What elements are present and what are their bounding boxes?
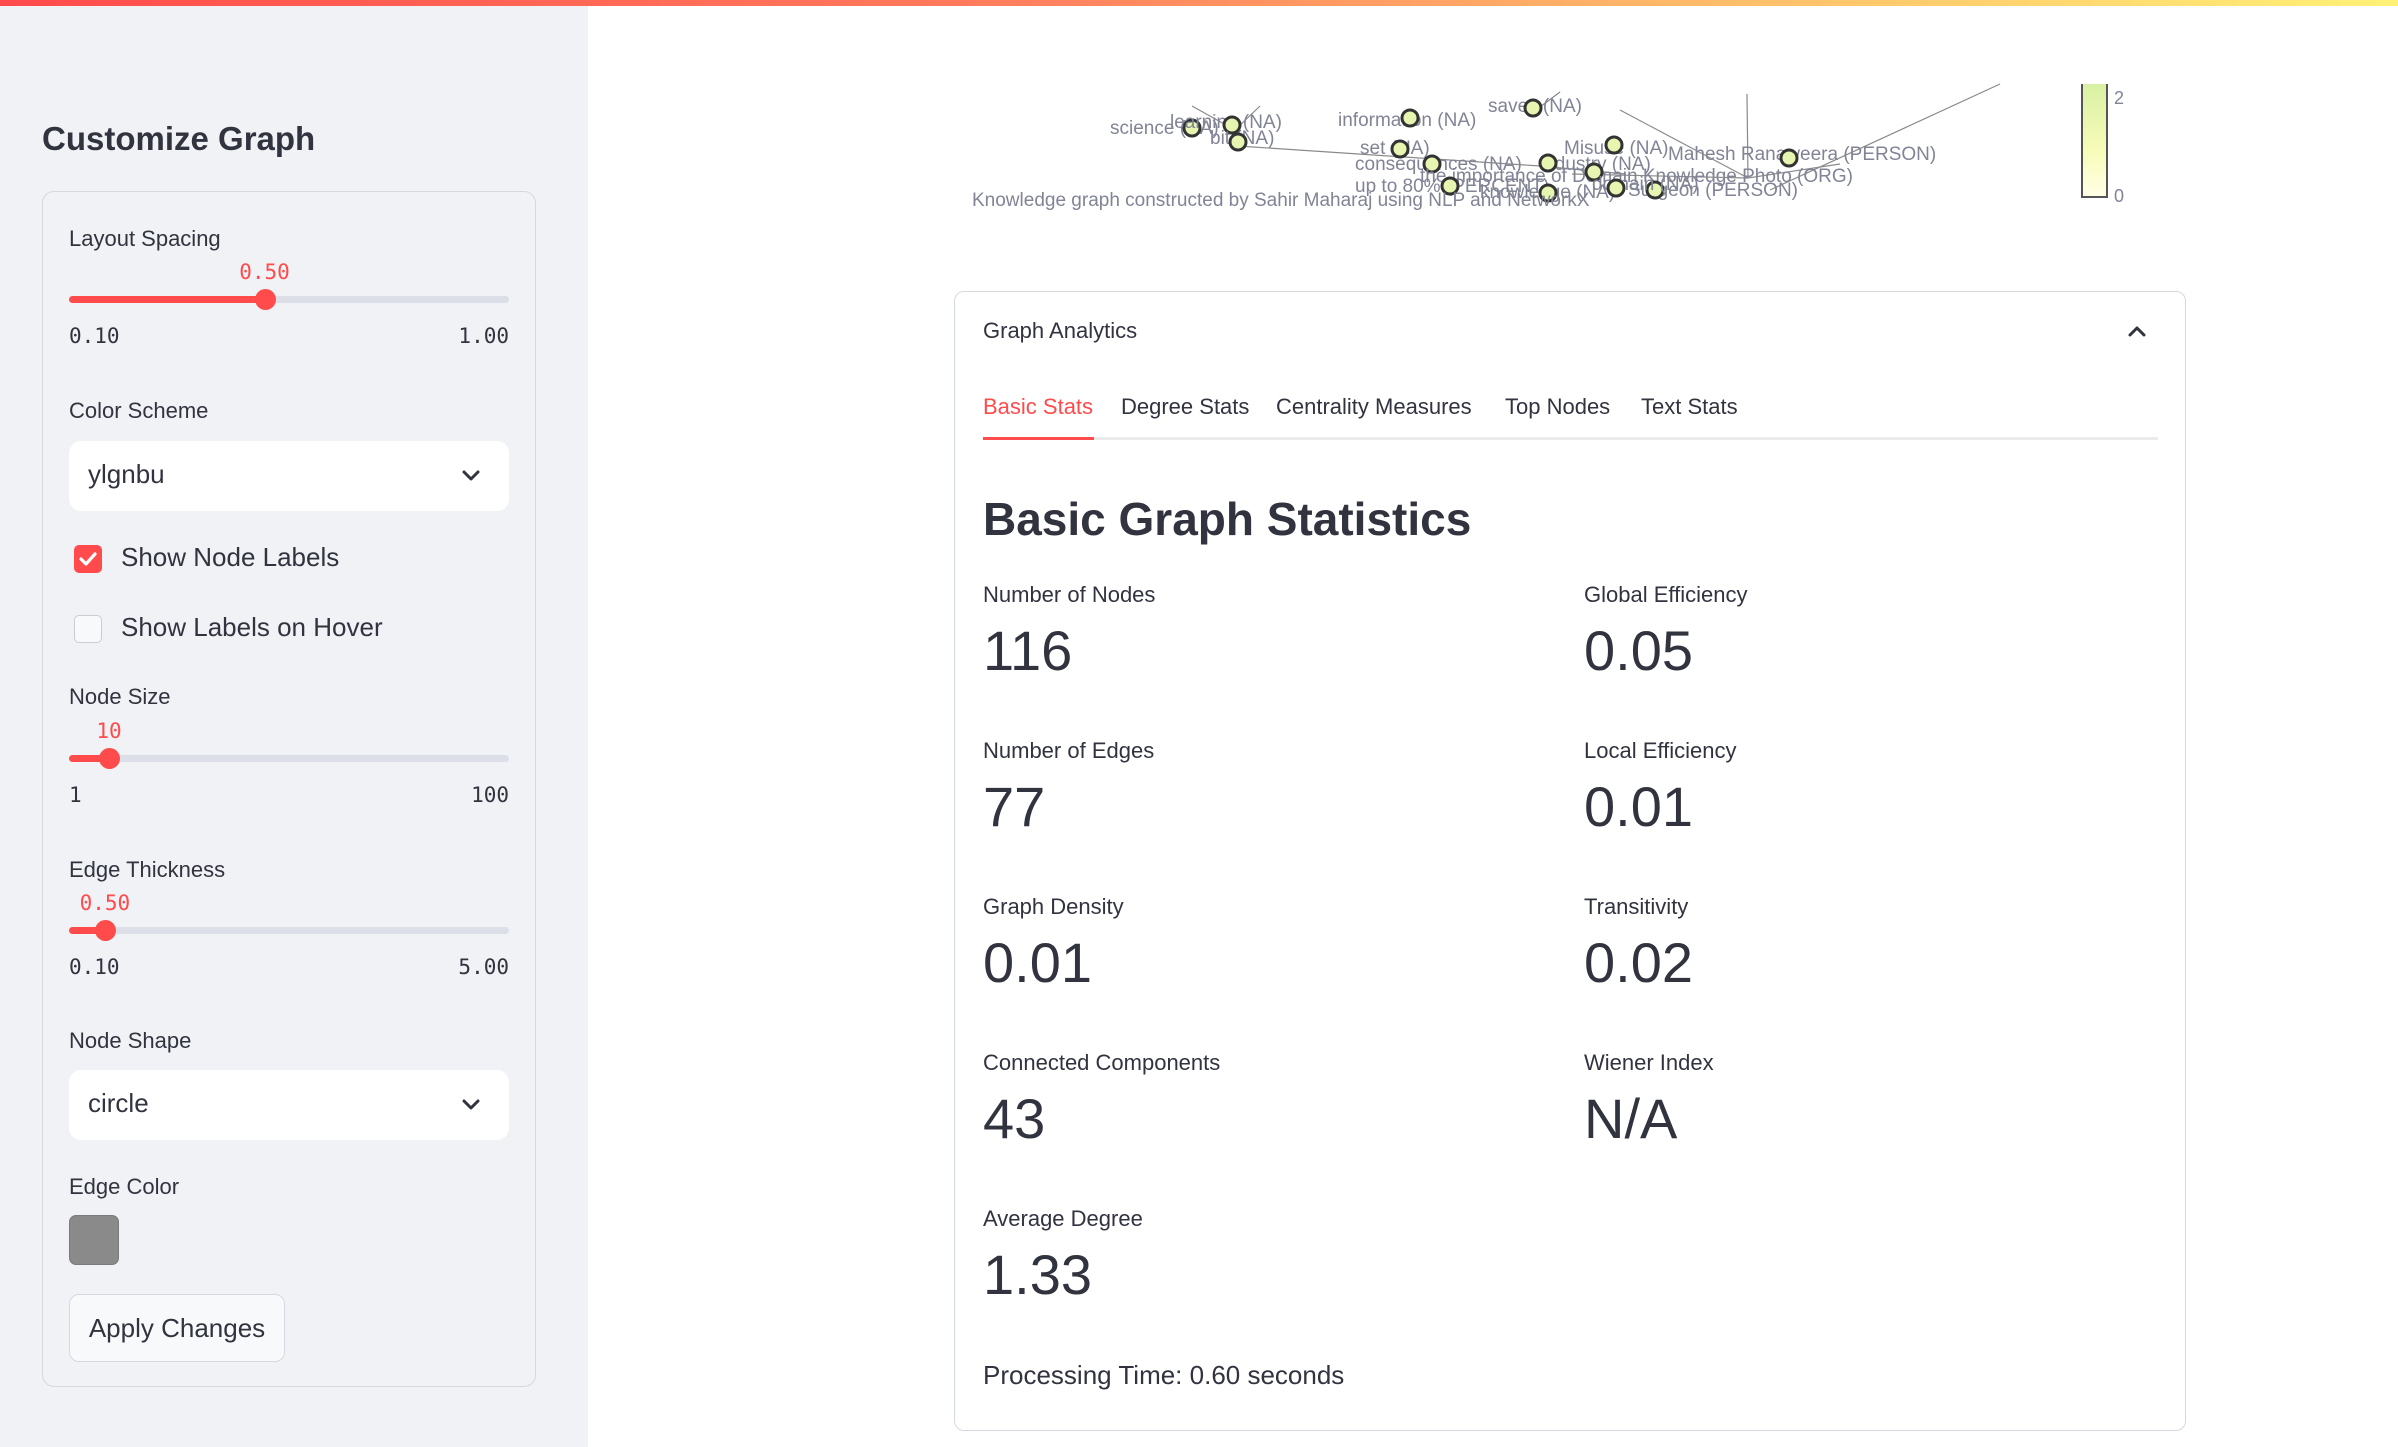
- edge-color-label: Edge Color: [69, 1174, 180, 1199]
- active-tab-indicator: [983, 437, 1094, 440]
- metric-value: 0.01: [1584, 775, 1693, 838]
- checkbox-label: Show Node Labels: [121, 542, 340, 572]
- slider-value: 0.50: [79, 891, 131, 915]
- colorbar-tick-min: 0: [2114, 186, 2125, 206]
- apply-changes-button[interactable]: Apply Changes: [69, 1294, 285, 1362]
- layout-spacing-slider[interactable]: 0.50 0.10 1.00: [69, 258, 509, 348]
- chevron-down-icon: [462, 1099, 480, 1110]
- slider-fill: [69, 296, 265, 303]
- metric-label: Number of Edges: [983, 738, 1155, 763]
- graph-node[interactable]: [1779, 148, 1799, 168]
- metric-average-degree: Average Degree 1.33: [983, 1206, 1543, 1306]
- node-shape-value: circle: [88, 1088, 149, 1118]
- slider-value: 0.50: [239, 260, 290, 284]
- chevron-down-icon: [462, 470, 480, 481]
- metric-value: 116: [983, 619, 1073, 682]
- metric-label: Global Efficiency: [1584, 582, 1748, 607]
- slider-thumb[interactable]: [254, 289, 276, 310]
- sidebar: Customize Graph Layout Spacing 0.50 0.10…: [0, 0, 588, 1447]
- graph-node-label: Mahesh Ranaweera (PERSON): [1668, 144, 1936, 165]
- metric-number-of-nodes: Number of Nodes 116: [983, 582, 1543, 682]
- metric-value: N/A: [1584, 1087, 1678, 1150]
- top-decoration-bar: [0, 0, 2398, 6]
- metric-label: Number of Nodes: [983, 582, 1156, 607]
- slider-value: 10: [96, 719, 122, 743]
- color-scheme-label: Color Scheme: [69, 398, 209, 423]
- analytics-tabs: Basic Stats Degree Stats Centrality Meas…: [983, 392, 2158, 440]
- tab-centrality-measures[interactable]: Centrality Measures: [1276, 394, 1472, 420]
- metric-label: Connected Components: [983, 1050, 1221, 1075]
- slider-min: 0.10: [69, 955, 120, 979]
- processing-time: Processing Time: 0.60 seconds: [983, 1360, 1345, 1390]
- customize-form: Layout Spacing 0.50 0.10 1.00 Color Sche…: [42, 191, 536, 1387]
- metric-local-efficiency: Local Efficiency 0.01: [1584, 738, 2144, 838]
- metric-value: 0.05: [1584, 619, 1693, 682]
- edge-thickness-label: Edge Thickness: [69, 857, 226, 882]
- color-scheme-value: ylgnbu: [88, 459, 165, 489]
- tab-basic-stats[interactable]: Basic Stats: [983, 394, 1093, 420]
- show-labels-on-hover-checkbox[interactable]: Show Labels on Hover: [69, 610, 509, 650]
- slider-min: 1: [69, 783, 82, 807]
- checkbox-checked[interactable]: [74, 545, 102, 573]
- graph-node[interactable]: [1604, 135, 1624, 155]
- colorbar-tick-max: 2: [2114, 88, 2125, 108]
- metric-value: 0.02: [1584, 931, 1693, 994]
- edge-color-picker[interactable]: [69, 1215, 119, 1265]
- tab-text-stats[interactable]: Text Stats: [1641, 394, 1738, 420]
- metric-label: Transitivity: [1584, 894, 1689, 919]
- metric-label: Average Degree: [983, 1206, 1143, 1231]
- slider-max: 1.00: [458, 324, 509, 348]
- slider-max: 100: [471, 783, 509, 807]
- checkbox-unchecked[interactable]: [74, 615, 102, 643]
- metric-connected-components: Connected Components 43: [983, 1050, 1543, 1150]
- tab-degree-stats[interactable]: Degree Stats: [1121, 394, 1249, 420]
- graph-node[interactable]: [1400, 108, 1420, 128]
- metric-value: 77: [983, 775, 1046, 838]
- checkbox-label: Show Labels on Hover: [121, 612, 383, 642]
- metric-value: 0.01: [983, 931, 1092, 994]
- layout-spacing-label: Layout Spacing: [69, 226, 221, 251]
- colorbar: [2081, 84, 2108, 198]
- graph-nodes: science (NA)learning (NA)bit (NA)informa…: [1110, 96, 1936, 203]
- metric-value: 1.33: [983, 1243, 1092, 1306]
- node-shape-select[interactable]: circle: [69, 1070, 509, 1140]
- slider-track[interactable]: [69, 927, 509, 934]
- metric-global-efficiency: Global Efficiency 0.05: [1584, 582, 2144, 682]
- checkmark-icon: [79, 552, 97, 566]
- metric-wiener-index: Wiener Index N/A: [1584, 1050, 2144, 1150]
- slider-min: 0.10: [69, 324, 120, 348]
- node-size-slider[interactable]: 10 1 100: [69, 717, 509, 807]
- metric-label: Graph Density: [983, 894, 1124, 919]
- section-title: Basic Graph Statistics: [983, 493, 1472, 545]
- sidebar-title: Customize Graph: [42, 120, 316, 157]
- graph-analytics-expander: Graph Analytics Basic Stats Degree Stats…: [954, 291, 2186, 1431]
- graph-node[interactable]: [1228, 132, 1248, 152]
- graph-node[interactable]: [1606, 178, 1626, 198]
- node-shape-label: Node Shape: [69, 1028, 192, 1053]
- expander-title[interactable]: Graph Analytics: [983, 318, 1137, 344]
- color-scheme-select[interactable]: ylgnbu: [69, 441, 509, 511]
- metric-label: Wiener Index: [1584, 1050, 1714, 1075]
- metric-number-of-edges: Number of Edges 77: [983, 738, 1543, 838]
- metric-value: 43: [983, 1087, 1046, 1150]
- node-size-label: Node Size: [69, 684, 171, 709]
- chevron-up-icon[interactable]: [2125, 320, 2149, 344]
- edge-thickness-slider[interactable]: 0.50 0.10 5.00: [69, 889, 509, 979]
- tab-top-nodes[interactable]: Top Nodes: [1505, 394, 1610, 420]
- metric-transitivity: Transitivity 0.02: [1584, 894, 2144, 994]
- slider-thumb[interactable]: [94, 920, 116, 941]
- show-node-labels-checkbox[interactable]: Show Node Labels: [69, 540, 509, 580]
- graph-node[interactable]: [1523, 98, 1543, 118]
- slider-thumb[interactable]: [99, 748, 120, 769]
- slider-max: 5.00: [458, 955, 509, 979]
- metric-graph-density: Graph Density 0.01: [983, 894, 1543, 994]
- graph-caption: Knowledge graph constructed by Sahir Mah…: [972, 190, 1590, 211]
- metric-label: Local Efficiency: [1584, 738, 1737, 763]
- slider-track[interactable]: [69, 755, 509, 762]
